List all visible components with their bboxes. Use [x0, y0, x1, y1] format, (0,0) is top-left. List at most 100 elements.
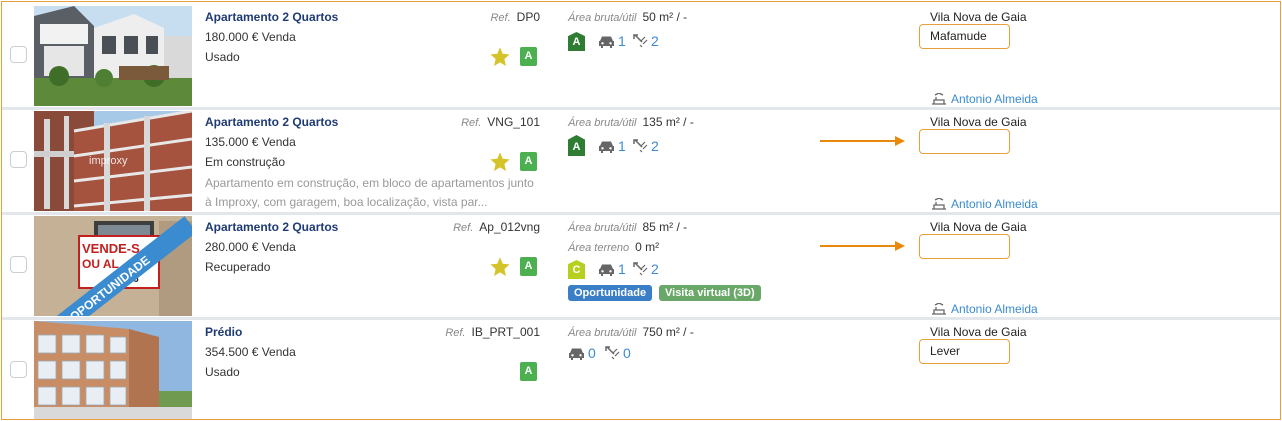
- car-icon: [599, 141, 614, 153]
- shower-icon: [633, 139, 648, 153]
- listing-description: Apartamento em construção, em bloco de a…: [205, 176, 534, 209]
- bathroom-count: 2: [633, 261, 659, 277]
- tag-virtual-tour[interactable]: Visita virtual (3D): [659, 285, 761, 301]
- listing-row[interactable]: Apartamento 2 Quartos 180.000 € Venda Us…: [2, 4, 1280, 108]
- status-badge: A: [520, 257, 537, 276]
- garage-count: 0: [568, 345, 596, 361]
- car-icon: [599, 36, 614, 48]
- garage-value: 0: [588, 345, 596, 361]
- listing-price: 135.000 € Venda: [205, 135, 296, 149]
- area-info: Área bruta/útil 750 m² / -: [568, 325, 694, 339]
- land-area-info: Área terreno 0 m²: [568, 240, 659, 254]
- area-label: Área bruta/útil: [568, 327, 637, 339]
- star-icon[interactable]: [489, 151, 511, 173]
- bathroom-value: 2: [651, 138, 659, 154]
- select-checkbox[interactable]: [10, 361, 27, 378]
- agent-name[interactable]: Antonio Almeida: [951, 302, 1038, 316]
- listing-condition: Usado: [205, 365, 240, 379]
- bathroom-value: 0: [623, 345, 631, 361]
- select-checkbox[interactable]: [10, 151, 27, 168]
- property-photo[interactable]: [34, 321, 192, 419]
- garage-count: 1: [598, 138, 626, 154]
- listing-price: 354.500 € Venda: [205, 345, 296, 359]
- listing-title[interactable]: Prédio: [205, 325, 242, 339]
- property-photo[interactable]: improxy: [34, 111, 192, 211]
- agent-name[interactable]: Antonio Almeida: [951, 92, 1038, 106]
- location-city: Vila Nova de Gaia: [930, 10, 1027, 24]
- listing-ref: Ref. DP0: [490, 10, 540, 24]
- energy-rating-badge: A: [568, 135, 585, 156]
- location-city: Vila Nova de Gaia: [930, 115, 1027, 129]
- area-value: 135 m² / -: [642, 115, 694, 129]
- listing-price: 280.000 € Venda: [205, 240, 296, 254]
- ref-value: Ap_012vng: [479, 220, 540, 234]
- agent-link[interactable]: Antonio Almeida: [932, 302, 1038, 316]
- energy-rating-badge: C: [568, 260, 585, 279]
- realtor-icon: [932, 303, 946, 315]
- realtor-icon: [932, 93, 946, 105]
- agent-name[interactable]: Antonio Almeida: [951, 197, 1038, 211]
- ref-label: Ref.: [490, 12, 511, 24]
- listing-condition: Em construção: [205, 155, 286, 169]
- listing-row[interactable]: improxy Apartamento 2 Quartos 135.000 € …: [2, 109, 1280, 213]
- area-info: Área bruta/útil 50 m² / -: [568, 10, 687, 24]
- listing-condition: Recuperado: [205, 260, 271, 274]
- ref-label: Ref.: [461, 117, 482, 129]
- area-value: 750 m² / -: [642, 325, 694, 339]
- area-info: Área bruta/útil 85 m² / -: [568, 220, 687, 234]
- shower-icon: [633, 34, 648, 48]
- garage-value: 1: [618, 33, 626, 49]
- star-icon[interactable]: [489, 256, 511, 278]
- watermark-text: improxy: [89, 155, 128, 167]
- garage-count: 1: [598, 261, 626, 277]
- realtor-icon: [932, 198, 946, 210]
- location-zone-field: Mafamude: [919, 24, 1010, 49]
- listing-price: 180.000 € Venda: [205, 30, 296, 44]
- area-info: Área bruta/útil 135 m² / -: [568, 115, 694, 129]
- shower-icon: [605, 346, 620, 360]
- location-zone-field: Lever: [919, 339, 1010, 364]
- bathroom-count: 2: [633, 138, 659, 154]
- location-zone-field: [919, 129, 1010, 154]
- shower-icon: [633, 262, 648, 276]
- agent-link[interactable]: Antonio Almeida: [932, 92, 1038, 106]
- status-badge: A: [520, 152, 537, 171]
- land-value: 0 m²: [635, 240, 660, 254]
- star-icon[interactable]: [489, 46, 511, 68]
- status-badge: A: [520, 47, 537, 66]
- property-photo[interactable]: [34, 6, 192, 106]
- area-label: Área bruta/útil: [568, 222, 637, 234]
- garage-value: 1: [618, 261, 626, 277]
- status-badge: A: [520, 362, 537, 381]
- select-checkbox[interactable]: [10, 256, 27, 273]
- car-icon: [569, 348, 584, 360]
- ref-value: DP0: [516, 10, 540, 24]
- arrow-right-icon: [820, 136, 905, 146]
- location-city: Vila Nova de Gaia: [930, 325, 1027, 339]
- sign-text: VENDE-S: [82, 241, 140, 256]
- listing-row[interactable]: Prédio 354.500 € Venda Usado Ref. IB_PRT_…: [2, 319, 1280, 419]
- sign-text-2: OU AL: [82, 257, 119, 271]
- ref-value: IB_PRT_001: [471, 325, 541, 339]
- energy-rating-badge: A: [568, 32, 585, 51]
- ref-label: Ref.: [445, 327, 466, 339]
- property-photo[interactable]: VENDE-S OU AL 666 OPORTUNIDADE: [34, 216, 192, 316]
- ref-label: Ref.: [453, 222, 474, 234]
- garage-count: 1: [598, 33, 626, 49]
- listing-ref: Ref. VNG_101: [461, 115, 540, 129]
- garage-value: 1: [618, 138, 626, 154]
- agent-link[interactable]: Antonio Almeida: [932, 197, 1038, 211]
- select-checkbox[interactable]: [10, 46, 27, 63]
- location-city: Vila Nova de Gaia: [930, 220, 1027, 234]
- ref-value: VNG_101: [487, 115, 540, 129]
- listing-title[interactable]: Apartamento 2 Quartos: [205, 220, 338, 234]
- area-value: 50 m² / -: [642, 10, 688, 24]
- location-zone-field: [919, 234, 1010, 259]
- listing-title[interactable]: Apartamento 2 Quartos: [205, 10, 338, 24]
- area-label: Área bruta/útil: [568, 12, 637, 24]
- listing-row[interactable]: VENDE-S OU AL 666 OPORTUNIDADE Apartamen…: [2, 214, 1280, 318]
- listing-panel: Apartamento 2 Quartos 180.000 € Venda Us…: [1, 1, 1281, 420]
- listing-title[interactable]: Apartamento 2 Quartos: [205, 115, 338, 129]
- area-label: Área bruta/útil: [568, 117, 637, 129]
- area-value: 85 m² / -: [642, 220, 688, 234]
